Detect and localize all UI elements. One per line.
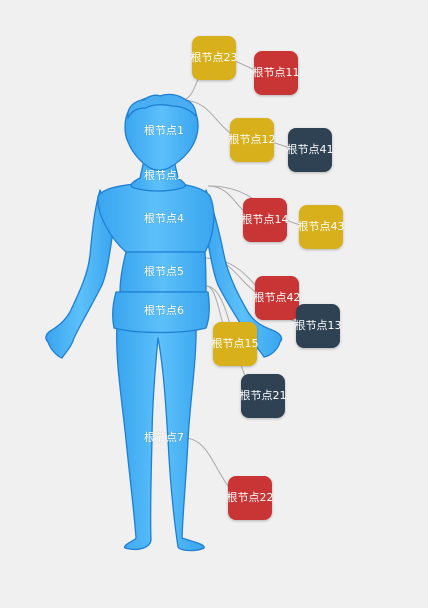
node-13[interactable]: 根节点13 — [295, 304, 342, 348]
node-label-23: 根节点23 — [191, 50, 238, 64]
node-41[interactable]: 根节点41 — [287, 128, 334, 172]
node-12[interactable]: 根节点12 — [229, 118, 276, 162]
node-label-41: 根节点41 — [287, 142, 334, 156]
node-14[interactable]: 根节点14 — [242, 198, 289, 242]
body-region-label-7[interactable]: 根节点7 — [144, 430, 185, 445]
node-43[interactable]: 根节点43 — [298, 205, 345, 249]
node-21[interactable]: 根节点21 — [240, 374, 287, 418]
node-label-22: 根节点22 — [227, 490, 274, 504]
body-region-label-2[interactable]: 根节点2 — [144, 168, 185, 183]
body-region-label-4[interactable]: 根节点4 — [144, 211, 185, 226]
node-23[interactable]: 根节点23 — [191, 36, 238, 80]
node-label-11: 根节点11 — [253, 65, 300, 79]
node-15[interactable]: 根节点15 — [212, 322, 259, 366]
body-diagram-canvas: 根节点1 根节点2 根节点4 根节点5 根节点6 根节点7 根节点23 根节点11 根节点12… — [45, 36, 345, 552]
node-label-14: 根节点14 — [242, 212, 289, 226]
node-label-43: 根节点43 — [298, 219, 345, 233]
node-label-13: 根节点13 — [295, 318, 342, 332]
node-22[interactable]: 根节点22 — [227, 476, 274, 520]
node-label-21: 根节点21 — [240, 388, 287, 402]
body-region-label-1[interactable]: 根节点1 — [144, 123, 185, 138]
node-layer: 根节点23 根节点11 根节点12 根节点41 根节点14 根节点43 根节点42 根节点13… — [191, 36, 345, 520]
body-region-label-5[interactable]: 根节点5 — [144, 264, 185, 279]
body-diagram: 根节点1 根节点2 根节点4 根节点5 根节点6 根节点7 根节点23 根节点11 根节点12… — [0, 0, 428, 608]
node-11[interactable]: 根节点11 — [253, 51, 300, 95]
node-label-15: 根节点15 — [212, 336, 259, 350]
node-label-12: 根节点12 — [229, 132, 276, 146]
node-42[interactable]: 根节点42 — [254, 276, 301, 320]
node-label-42: 根节点42 — [254, 290, 301, 304]
body-region-label-6[interactable]: 根节点6 — [144, 303, 185, 318]
